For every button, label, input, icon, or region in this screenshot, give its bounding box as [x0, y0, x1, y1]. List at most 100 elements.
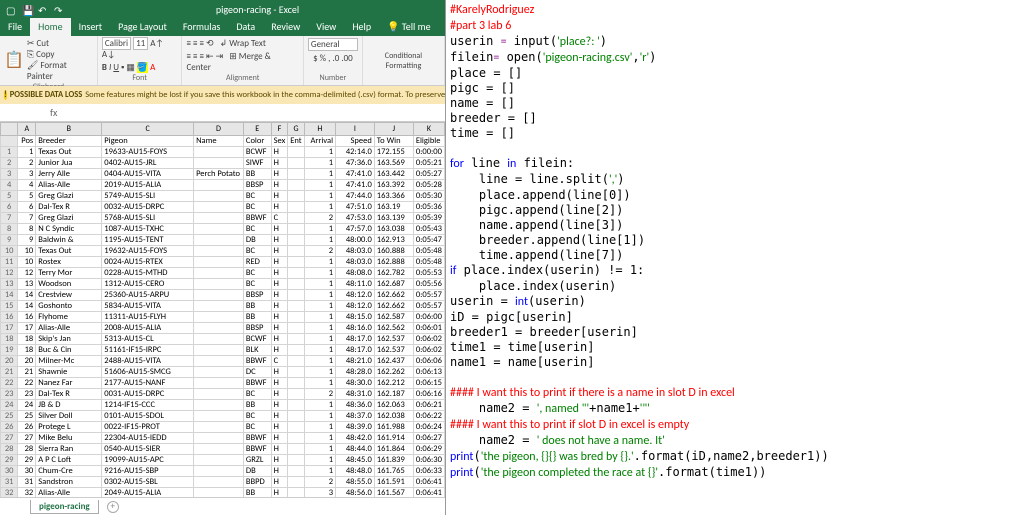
table-row[interactable]: 1717Alias-Alle2008-AU15-ALIABBSPH148:16.… [1, 323, 445, 334]
tab-review[interactable]: Review [263, 18, 308, 36]
header-cell[interactable]: Breeder [36, 136, 102, 147]
table-row[interactable]: 2929A P C Loft19099-AU15-APCGRZLH148:45.… [1, 455, 445, 466]
paste-group: 📋 ✂ Cut ⎘ Copy 🖌 Format Painter Clipboar… [0, 36, 98, 85]
tab-formulas[interactable]: Formulas [175, 18, 228, 36]
header-cell[interactable]: Ent [288, 136, 304, 147]
table-row[interactable]: 1010Texas Out19632-AU15-FOYSBCH248:03.01… [1, 246, 445, 257]
border-icon[interactable]: ▦ [126, 62, 135, 73]
header-cell[interactable]: Color [243, 136, 271, 147]
header-cell[interactable]: Pos [18, 136, 36, 147]
new-sheet-button[interactable]: + [107, 501, 119, 513]
redo-icon[interactable]: ↷ [54, 4, 64, 14]
align-top-icon[interactable]: ≡ [186, 38, 190, 49]
header-cell[interactable]: Eligible [413, 136, 444, 147]
table-row[interactable]: 2121Shawnie51606-AU15-SMCGDCH148:28.0162… [1, 367, 445, 378]
excel-window: ▢ 💾 ↶ ↷ pigeon-racing - Excel File Home … [0, 0, 446, 515]
table-row[interactable]: 1514Goshonto5834-AU15-VITABBH148:12.0162… [1, 301, 445, 312]
shrink-font-icon[interactable]: A↓ [102, 49, 115, 60]
table-row[interactable]: 1414Crestview25360-AU15-ARPUBBSPH148:12.… [1, 290, 445, 301]
table-row[interactable]: 2424JB & D1214-IF15-CCCBBH148:36.0162.06… [1, 400, 445, 411]
table-row[interactable]: 99Baldwin &1195-AU15-TENTDBH148:00.0162.… [1, 235, 445, 246]
header-cell[interactable]: Speed [336, 136, 375, 147]
col-header[interactable]: D [194, 123, 244, 136]
col-header[interactable]: G [288, 123, 304, 136]
table-row[interactable]: 3030Chum-Cre9216-AU15-SBPDBH148:48.0161.… [1, 466, 445, 477]
code-editor[interactable]: #KarelyRodriguez #part 3 lab 6 userin = … [446, 0, 1024, 515]
ribbon-tabs: File Home Insert Page Layout Formulas Da… [0, 18, 445, 36]
col-header[interactable]: F [271, 123, 288, 136]
col-header[interactable]: H [304, 123, 335, 136]
table-row[interactable]: 44Alias-Alle2019-AU15-ALIABBSPH147:41.01… [1, 180, 445, 191]
window-title: pigeon-racing - Excel [70, 3, 445, 16]
table-row[interactable]: 22Junior Jua0402-AU15-JRLSIWFH147:36.016… [1, 158, 445, 169]
copy-button[interactable]: ⎘ Copy [27, 49, 93, 60]
table-row[interactable]: 2323Dal-Tex R0031-AU15-DRPCBCH248:31.016… [1, 389, 445, 400]
header-cell[interactable]: To Win [374, 136, 413, 147]
grow-font-icon[interactable]: A↑ [150, 38, 163, 49]
col-header[interactable]: E [243, 123, 271, 136]
table-row[interactable]: 11Texas Out19633-AU15-FOYSBCWFH142:14.01… [1, 147, 445, 158]
header-cell[interactable]: Pigeon [102, 136, 194, 147]
underline-button[interactable]: U [113, 62, 119, 73]
col-header[interactable]: J [374, 123, 413, 136]
table-row[interactable]: 2525Silver Doll0101-AU15-SDOLBCH148:37.0… [1, 411, 445, 422]
table-row[interactable]: 55Greg Glazi5749-AU15-SLIBCH147:44.0163.… [1, 191, 445, 202]
italic-button[interactable]: I [109, 62, 111, 73]
tab-file[interactable]: File [0, 18, 30, 36]
col-header[interactable]: C [102, 123, 194, 136]
table-row[interactable]: 2626Protege L0022-IF15-PROTBCH148:39.016… [1, 422, 445, 433]
font-group: Calibri 11 A↑ A↓ B I U ▪ ▦ 🪣 A Font [98, 36, 183, 85]
header-cell[interactable]: Arrival [304, 136, 335, 147]
conditional-formatting-button[interactable]: Conditional Formatting [367, 38, 440, 83]
table-row[interactable]: 2222Nanez Far2177-AU15-NANFBBWFH148:30.0… [1, 378, 445, 389]
table-row[interactable]: 2828Sierra Ran0540-AU15-SIERBBWFH148:44.… [1, 444, 445, 455]
sheet-tab[interactable]: pigeon-racing [30, 500, 99, 514]
tab-view[interactable]: View [308, 18, 344, 36]
undo-icon[interactable]: ↶ [38, 4, 48, 14]
col-header[interactable] [1, 123, 18, 136]
header-cell[interactable]: Name [194, 136, 244, 147]
tab-page-layout[interactable]: Page Layout [110, 18, 175, 36]
table-row[interactable]: 1313Woodson1312-AU15-CEROBCH148:11.0162.… [1, 279, 445, 290]
col-header[interactable]: I [336, 123, 375, 136]
save-icon[interactable]: 💾 [22, 4, 32, 14]
table-row[interactable]: 1212Terry Mor0228-AU15-MTHDBCH148:08.016… [1, 268, 445, 279]
col-header[interactable]: K [413, 123, 444, 136]
col-header[interactable]: B [36, 123, 102, 136]
table-row[interactable]: 2020Milner-Mc2488-AU15-VITABBWFC148:21.0… [1, 356, 445, 367]
table-row[interactable]: 2727Mike Belu22304-AU15-IEDDBBWFH148:42.… [1, 433, 445, 444]
tab-home[interactable]: Home [30, 18, 70, 36]
formula-bar[interactable]: fx [0, 104, 445, 122]
fill-color-icon[interactable]: 🪣 [137, 62, 148, 73]
table-row[interactable]: 33Jerry Alle0404-AU15-VITAPerch PotatoBB… [1, 169, 445, 180]
alignment-group: ≡ ≡ ≡ ⟲ ↲ Wrap Text ≡ ≡ ≡ ⇤ ⇥ ⊞ Merge & … [182, 36, 303, 85]
paste-icon[interactable]: 📋 [4, 50, 24, 70]
table-row[interactable]: 1616Flyhome11311-AU15-FLYHBBH148:15.0162… [1, 312, 445, 323]
tab-help[interactable]: Help [344, 18, 379, 36]
header-cell[interactable]: Sex [271, 136, 288, 147]
table-row[interactable]: 3131Sandstron0302-AU15-SBLBBPDH248:55.01… [1, 477, 445, 488]
tell-me[interactable]: 💡 Tell me what you want to do [379, 18, 445, 36]
autosave-icon[interactable]: ▢ [6, 4, 16, 14]
number-group: General $ % , .0 .00 Number [304, 36, 363, 85]
number-format[interactable]: General [308, 38, 358, 51]
table-row[interactable]: 88N C Syndic1087-AU15-TXHCBCH147:57.0163… [1, 224, 445, 235]
col-header[interactable]: A [18, 123, 36, 136]
spreadsheet-grid[interactable]: ABCDEFGHIJKPosBreederPigeonNameColorSexE… [0, 122, 445, 497]
data-loss-warning: ! POSSIBLE DATA LOSS Some features might… [0, 86, 445, 104]
table-row[interactable]: 1818Skip's Jan5313-AU15-CLBCWFH148:17.01… [1, 334, 445, 345]
sheet-tabs: pigeon-racing + [0, 497, 445, 515]
bold-button[interactable]: B [102, 62, 107, 73]
table-row[interactable]: 1918Buc & Cin51161-IF15-IRPCBLKH148:17.0… [1, 345, 445, 356]
format-painter-button[interactable]: 🖌 Format Painter [27, 60, 93, 82]
cut-button[interactable]: ✂ Cut [27, 38, 93, 49]
table-row[interactable]: 1110Rostex0024-AU15-RTEXREDH148:03.0162.… [1, 257, 445, 268]
fx-icon[interactable]: fx [50, 106, 57, 119]
tab-insert[interactable]: Insert [71, 18, 111, 36]
table-row[interactable]: 66Dal-Tex R0032-AU15-DRPCBCH147:51.0163.… [1, 202, 445, 213]
font-color-icon[interactable]: A [150, 62, 155, 73]
table-row[interactable]: 3232Alias-Alle2049-AU15-ALIABBH348:56.01… [1, 488, 445, 498]
font-size[interactable]: 11 [133, 37, 148, 50]
table-row[interactable]: 77Greg Glazi5768-AU15-SLIBBWFC247:53.016… [1, 213, 445, 224]
tab-data[interactable]: Data [228, 18, 263, 36]
